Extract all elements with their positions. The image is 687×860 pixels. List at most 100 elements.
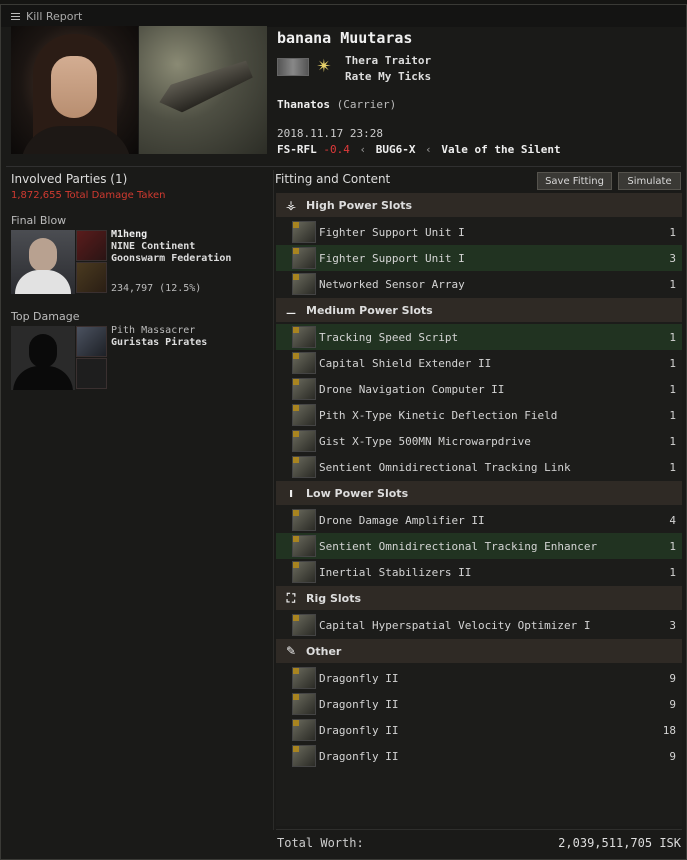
module-name: Capital Shield Extender II — [319, 356, 492, 370]
module-icon[interactable] — [292, 247, 316, 269]
top-damage-name[interactable]: Pith Massacrer — [111, 325, 195, 336]
module-quantity: 1 — [669, 382, 676, 396]
module-quantity: 1 — [669, 277, 676, 291]
fitting-list: ⚶ High Power Slots Fighter Support Unit I 1… — [276, 193, 682, 826]
top-damage-corporation[interactable]: Guristas Pirates — [111, 337, 207, 348]
ship-info: Thanatos (Carrier) — [277, 98, 396, 111]
section-label: Low Power Slots — [306, 486, 409, 500]
module-quantity: 1 — [669, 460, 676, 474]
module-quantity: 9 — [669, 671, 676, 685]
kill-timestamp: 2018.11.17 23:28 — [277, 127, 383, 140]
location: FS-RFL -0.4 ‹ BUG6-X ‹ Vale of the Silen… — [277, 143, 561, 156]
final-blow-portrait[interactable] — [11, 230, 75, 294]
module-name: Dragonfly II — [319, 749, 399, 763]
module-name: Inertial Stabilizers II — [319, 565, 472, 579]
fitting-row[interactable]: Fighter Support Unit I 3 — [276, 245, 682, 271]
module-quantity: 1 — [669, 565, 676, 579]
save-fitting-button[interactable]: Save Fitting — [537, 172, 612, 190]
final-blow-alliance[interactable]: Goonswarm Federation — [111, 253, 231, 264]
window-title: Kill Report — [26, 9, 83, 23]
fitting-row[interactable]: Capital Shield Extender II 1 — [276, 350, 682, 376]
fitting-row[interactable]: Fighter Support Unit I 1 — [276, 219, 682, 245]
rig-slot-icon: ⛶ — [286, 590, 296, 605]
fitting-row[interactable]: Sentient Omnidirectional Tracking Link 1 — [276, 454, 682, 480]
module-icon[interactable] — [292, 667, 316, 689]
final-blow-corporation[interactable]: NINE Continent — [111, 241, 195, 252]
menu-icon[interactable] — [11, 12, 20, 20]
module-name: Sentient Omnidirectional Tracking Link — [319, 460, 571, 474]
fitting-row[interactable]: Pith X-Type Kinetic Deflection Field 1 — [276, 402, 682, 428]
fitting-row[interactable]: Dragonfly II 9 — [276, 665, 682, 691]
module-quantity: 3 — [669, 618, 676, 632]
final-blow-name[interactable]: M1heng — [111, 229, 147, 240]
module-icon[interactable] — [292, 614, 316, 636]
ship-class: (Carrier) — [336, 98, 397, 111]
ship-name[interactable]: Thanatos — [277, 98, 330, 111]
location-separator: ‹ — [359, 143, 367, 156]
simulate-button[interactable]: Simulate — [618, 172, 681, 190]
module-icon[interactable] — [292, 456, 316, 478]
module-icon[interactable] — [292, 221, 316, 243]
involved-parties-title: Involved Parties (1) — [11, 172, 128, 186]
module-icon[interactable] — [292, 326, 316, 348]
constellation[interactable]: BUG6-X — [376, 143, 416, 156]
module-quantity: 1 — [669, 539, 676, 553]
module-icon[interactable] — [292, 561, 316, 583]
total-divider — [276, 829, 682, 830]
victim-portrait[interactable] — [11, 26, 138, 154]
fitting-row[interactable]: Networked Sensor Array 1 — [276, 271, 682, 297]
fitting-row[interactable]: Sentient Omnidirectional Tracking Enhanc… — [276, 533, 682, 559]
alliance-logo-icon[interactable]: ✴ — [312, 55, 336, 79]
fitting-row[interactable]: Inertial Stabilizers II 1 — [276, 559, 682, 585]
column-divider — [273, 170, 274, 830]
section-label: Other — [306, 644, 342, 658]
victim-corporation[interactable]: Thera Traitor — [345, 54, 431, 67]
final-blow-ship-icon[interactable] — [76, 230, 107, 261]
fitting-title: Fitting and Content — [275, 172, 391, 186]
module-icon[interactable] — [292, 404, 316, 426]
security-status: -0.4 — [323, 143, 350, 156]
module-name: Capital Hyperspatial Velocity Optimizer … — [319, 618, 591, 632]
module-icon[interactable] — [292, 273, 316, 295]
fitting-row[interactable]: Drone Damage Amplifier II 4 — [276, 507, 682, 533]
top-damage-label: Top Damage — [11, 310, 80, 323]
corporation-logo-icon[interactable] — [277, 58, 309, 76]
fitting-row[interactable]: Dragonfly II 18 — [276, 717, 682, 743]
low-slot-icon: ı — [288, 486, 294, 500]
section-header: ✎ Other — [276, 639, 682, 663]
module-icon[interactable] — [292, 352, 316, 374]
module-icon[interactable] — [292, 693, 316, 715]
fitting-row[interactable]: Capital Hyperspatial Velocity Optimizer … — [276, 612, 682, 638]
module-icon[interactable] — [292, 378, 316, 400]
victim-name[interactable]: banana Muutaras — [277, 29, 412, 47]
fitting-row[interactable]: Gist X-Type 500MN Microwarpdrive 1 — [276, 428, 682, 454]
module-icon[interactable] — [292, 430, 316, 452]
module-icon[interactable] — [292, 719, 316, 741]
final-blow-weapon-icon[interactable] — [76, 262, 107, 293]
module-icon[interactable] — [292, 535, 316, 557]
module-quantity: 1 — [669, 225, 676, 239]
region[interactable]: Vale of the Silent — [441, 143, 560, 156]
module-quantity: 4 — [669, 513, 676, 527]
module-quantity: 9 — [669, 749, 676, 763]
top-damage-portrait[interactable] — [11, 326, 75, 390]
top-damage-ship-icon[interactable] — [76, 326, 107, 357]
location-separator: ‹ — [425, 143, 432, 156]
other-cargo-icon: ✎ — [285, 644, 297, 658]
fitting-row[interactable]: Dragonfly II 9 — [276, 691, 682, 717]
fitting-row[interactable]: Drone Navigation Computer II 1 — [276, 376, 682, 402]
module-icon[interactable] — [292, 509, 316, 531]
module-name: Gist X-Type 500MN Microwarpdrive — [319, 434, 531, 448]
fitting-row[interactable]: Tracking Speed Script 1 — [276, 324, 682, 350]
module-icon[interactable] — [292, 745, 316, 767]
fitting-row[interactable]: Dragonfly II 9 — [276, 743, 682, 769]
ship-render[interactable] — [139, 26, 267, 154]
solar-system[interactable]: FS-RFL — [277, 143, 317, 156]
final-blow-damage: 234,797 (12.5%) — [111, 283, 202, 294]
victim-alliance[interactable]: Rate My Ticks — [345, 70, 431, 83]
mid-slot-icon: ⚊ — [285, 303, 297, 317]
module-name: Sentient Omnidirectional Tracking Enhanc… — [319, 539, 598, 553]
module-quantity: 1 — [669, 408, 676, 422]
module-quantity: 1 — [669, 356, 676, 370]
window-titlebar[interactable]: Kill Report — [1, 5, 686, 27]
